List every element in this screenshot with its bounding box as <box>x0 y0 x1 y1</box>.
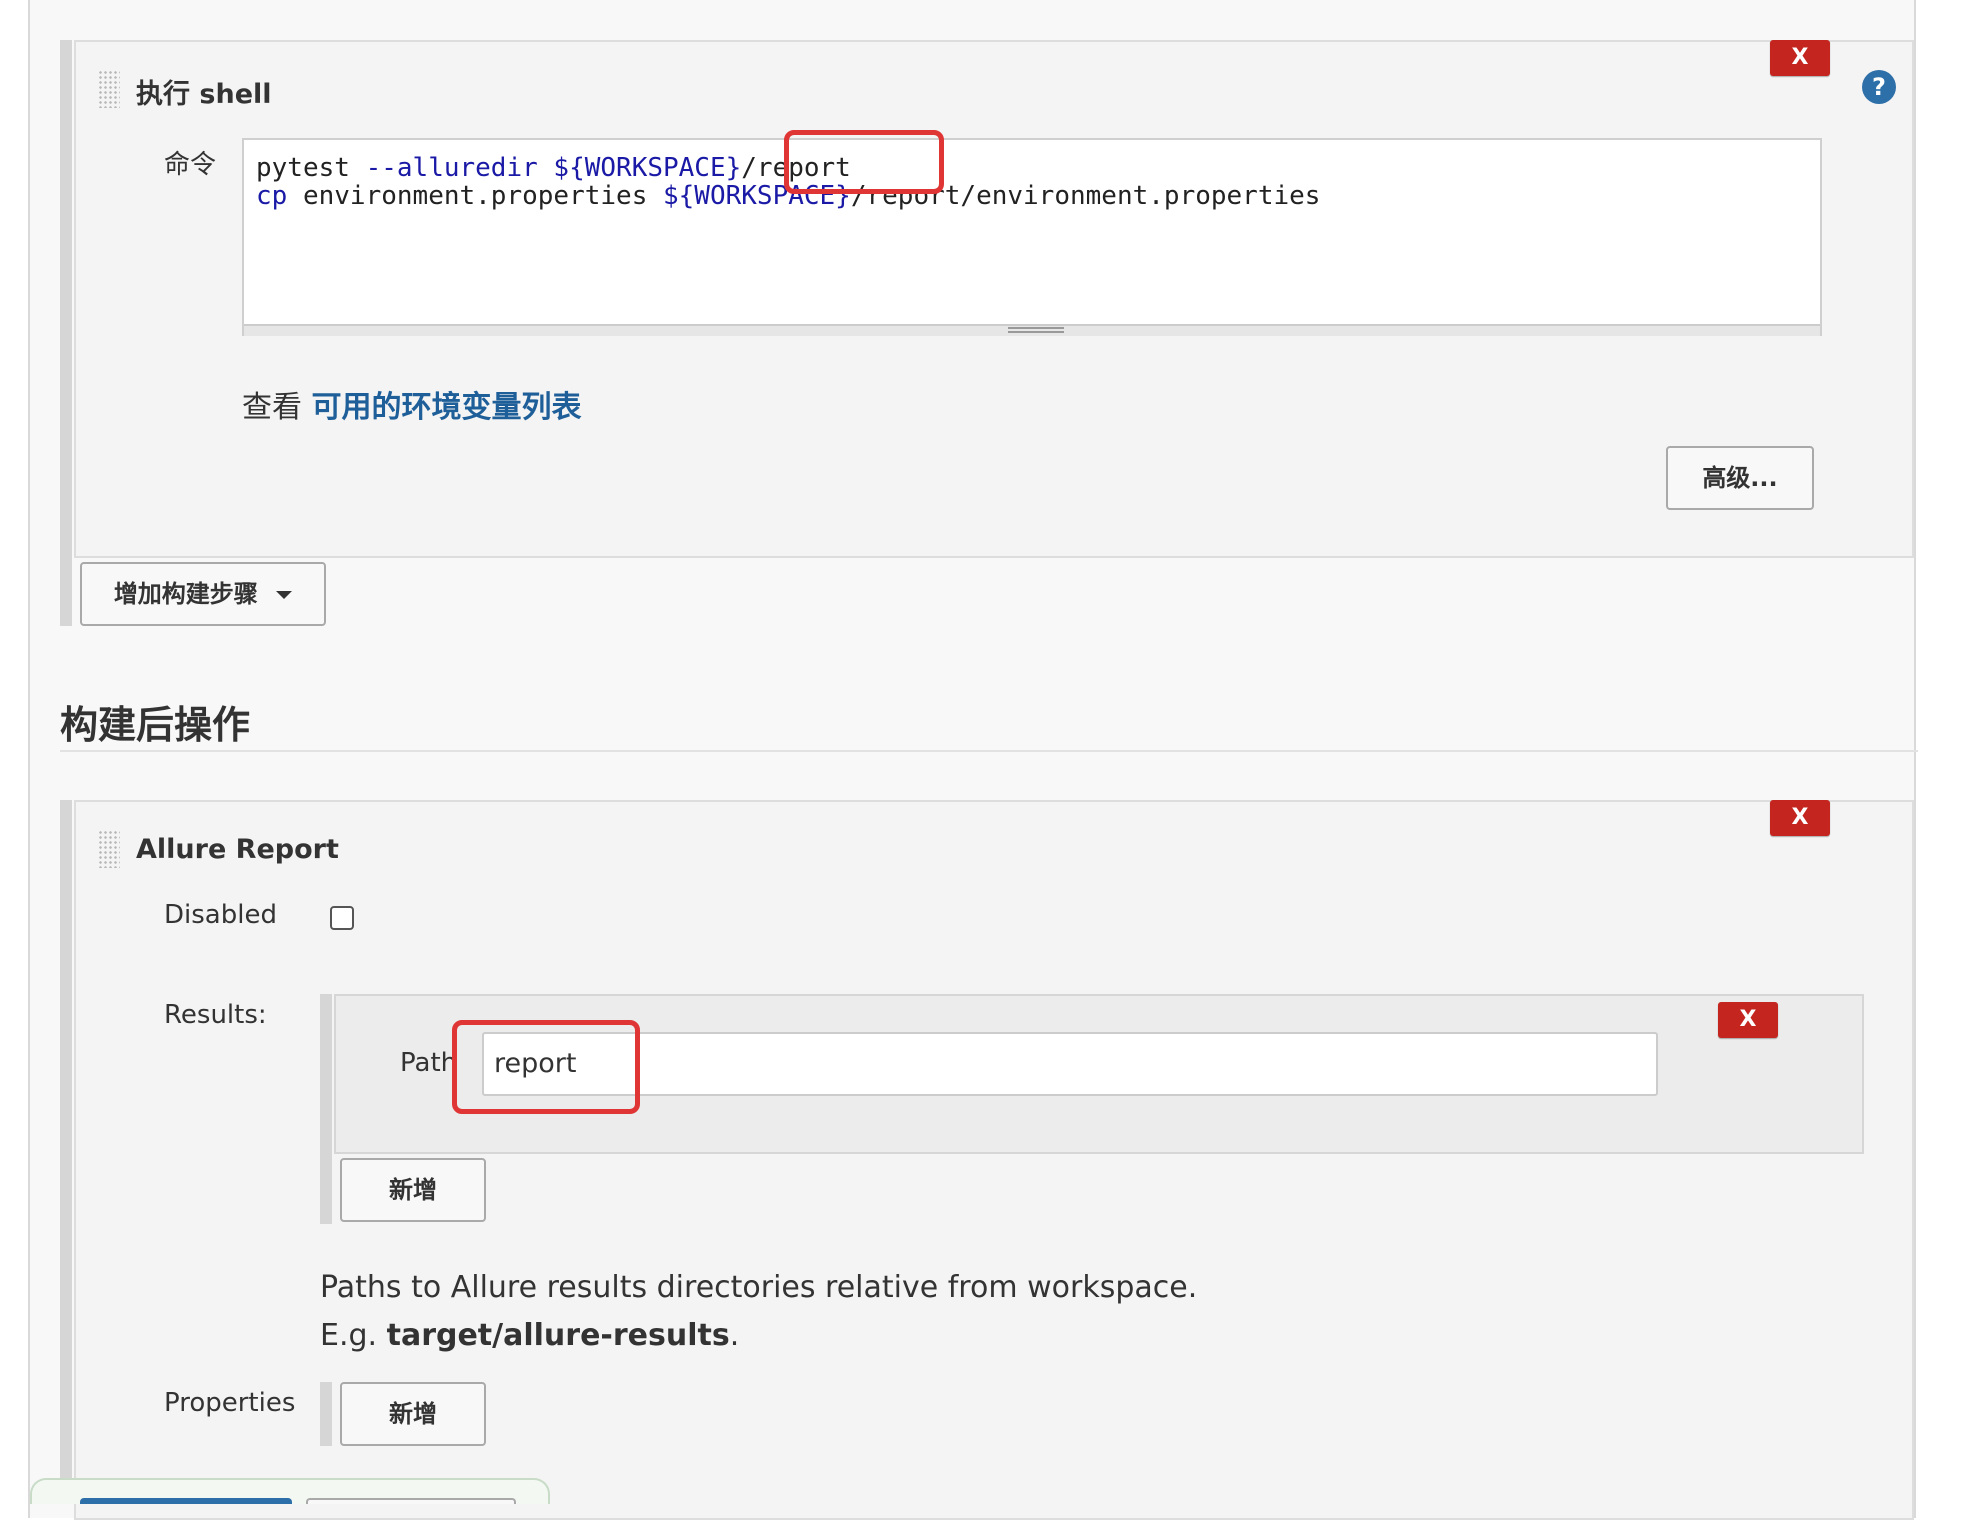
add-property-button[interactable]: 新增 <box>340 1382 486 1446</box>
env-vars-prefix: 查看 <box>242 390 302 425</box>
results-help-line-1: Paths to Allure results directories rela… <box>320 1270 1198 1305</box>
save-button[interactable] <box>80 1498 292 1504</box>
post-build-accent-bar <box>60 800 72 1504</box>
properties-label: Properties <box>164 1388 296 1418</box>
post-build-heading: 构建后操作 <box>60 703 251 747</box>
add-build-step-label: 增加构建步骤 <box>113 580 258 608</box>
results-label: Results: <box>164 1000 267 1030</box>
help-example-suffix: . <box>729 1318 740 1353</box>
add-build-step-button[interactable]: 增加构建步骤 <box>80 562 326 626</box>
drag-handle-icon[interactable] <box>98 830 120 868</box>
drag-handle-icon[interactable] <box>98 70 120 108</box>
path-input[interactable]: report <box>482 1032 1658 1096</box>
command-textarea[interactable]: pytest --alluredir ${WORKSPACE}/report c… <box>242 138 1822 336</box>
add-result-button[interactable]: 新增 <box>340 1158 486 1222</box>
textarea-resize-handle[interactable] <box>244 324 1820 336</box>
grip-line <box>1008 331 1064 333</box>
allure-report-title: Allure Report <box>136 834 339 865</box>
disabled-checkbox[interactable] <box>330 906 354 930</box>
env-vars-hint: 查看 可用的环境变量列表 <box>242 382 582 426</box>
help-example-prefix: E.g. <box>320 1318 387 1353</box>
properties-accent-bar <box>320 1382 332 1446</box>
grip-line <box>1008 327 1064 329</box>
help-example-path: target/allure-results <box>386 1318 730 1353</box>
results-accent-bar <box>320 994 332 1224</box>
apply-button[interactable] <box>306 1498 516 1504</box>
annotation-highlight-path-input <box>452 1020 640 1114</box>
build-steps-accent-bar <box>60 40 72 626</box>
post-build-divider <box>60 750 1918 752</box>
annotation-highlight-report-path <box>784 130 944 194</box>
delete-shell-step-button[interactable]: X <box>1770 40 1830 76</box>
results-help-line-2: E.g. target/allure-results. <box>320 1318 739 1353</box>
disabled-label: Disabled <box>164 900 277 930</box>
command-label: 命令 <box>164 150 217 180</box>
shell-step-title: 执行 shell <box>136 79 272 110</box>
command-line-1: pytest --alluredir ${WORKSPACE}/report <box>256 153 851 183</box>
delete-path-button[interactable]: X <box>1718 1002 1778 1038</box>
advanced-button[interactable]: 高级... <box>1666 446 1814 510</box>
delete-allure-report-button[interactable]: X <box>1770 800 1830 836</box>
path-label: Path <box>400 1048 458 1078</box>
help-icon[interactable]: ? <box>1862 70 1896 104</box>
env-vars-link[interactable]: 可用的环境变量列表 <box>312 390 582 425</box>
caret-down-icon <box>276 591 293 599</box>
